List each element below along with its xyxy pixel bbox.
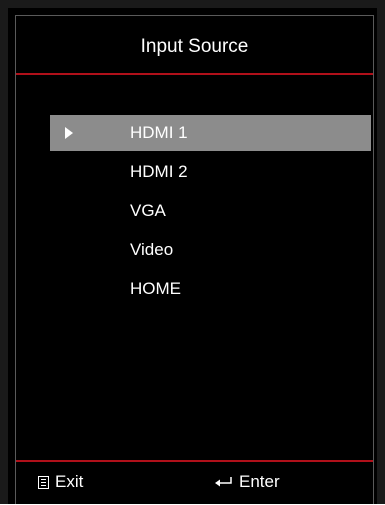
enter-label: Enter — [239, 472, 280, 491]
source-item-label: VGA — [130, 201, 166, 220]
source-item-vga[interactable]: VGA — [50, 193, 371, 232]
exit-label: Exit — [55, 472, 84, 491]
source-item-hdmi-2[interactable]: HDMI 2 — [50, 154, 371, 193]
input-source-menu: Input Source HDMI 1 HDMI 2 VGA Video HOM… — [15, 15, 374, 504]
footer-bar: Exit Enter — [16, 462, 373, 505]
source-item-home[interactable]: HOME — [50, 271, 371, 310]
source-item-label: HDMI 1 — [130, 123, 188, 142]
menu-title: Input Source — [140, 36, 249, 57]
title-divider — [16, 73, 373, 75]
source-item-hdmi-1[interactable]: HDMI 1 — [50, 115, 371, 151]
source-item-label: HOME — [130, 279, 181, 298]
menu-icon — [38, 475, 49, 489]
enter-button[interactable]: Enter — [214, 472, 280, 492]
exit-button[interactable]: Exit — [38, 472, 83, 492]
source-item-video[interactable]: Video — [50, 232, 371, 271]
source-item-label: Video — [130, 240, 174, 259]
source-list: HDMI 1 HDMI 2 VGA Video HOME — [50, 115, 371, 310]
source-item-label: HDMI 2 — [130, 162, 188, 181]
selection-arrow-icon — [65, 127, 73, 139]
enter-icon — [215, 477, 232, 487]
